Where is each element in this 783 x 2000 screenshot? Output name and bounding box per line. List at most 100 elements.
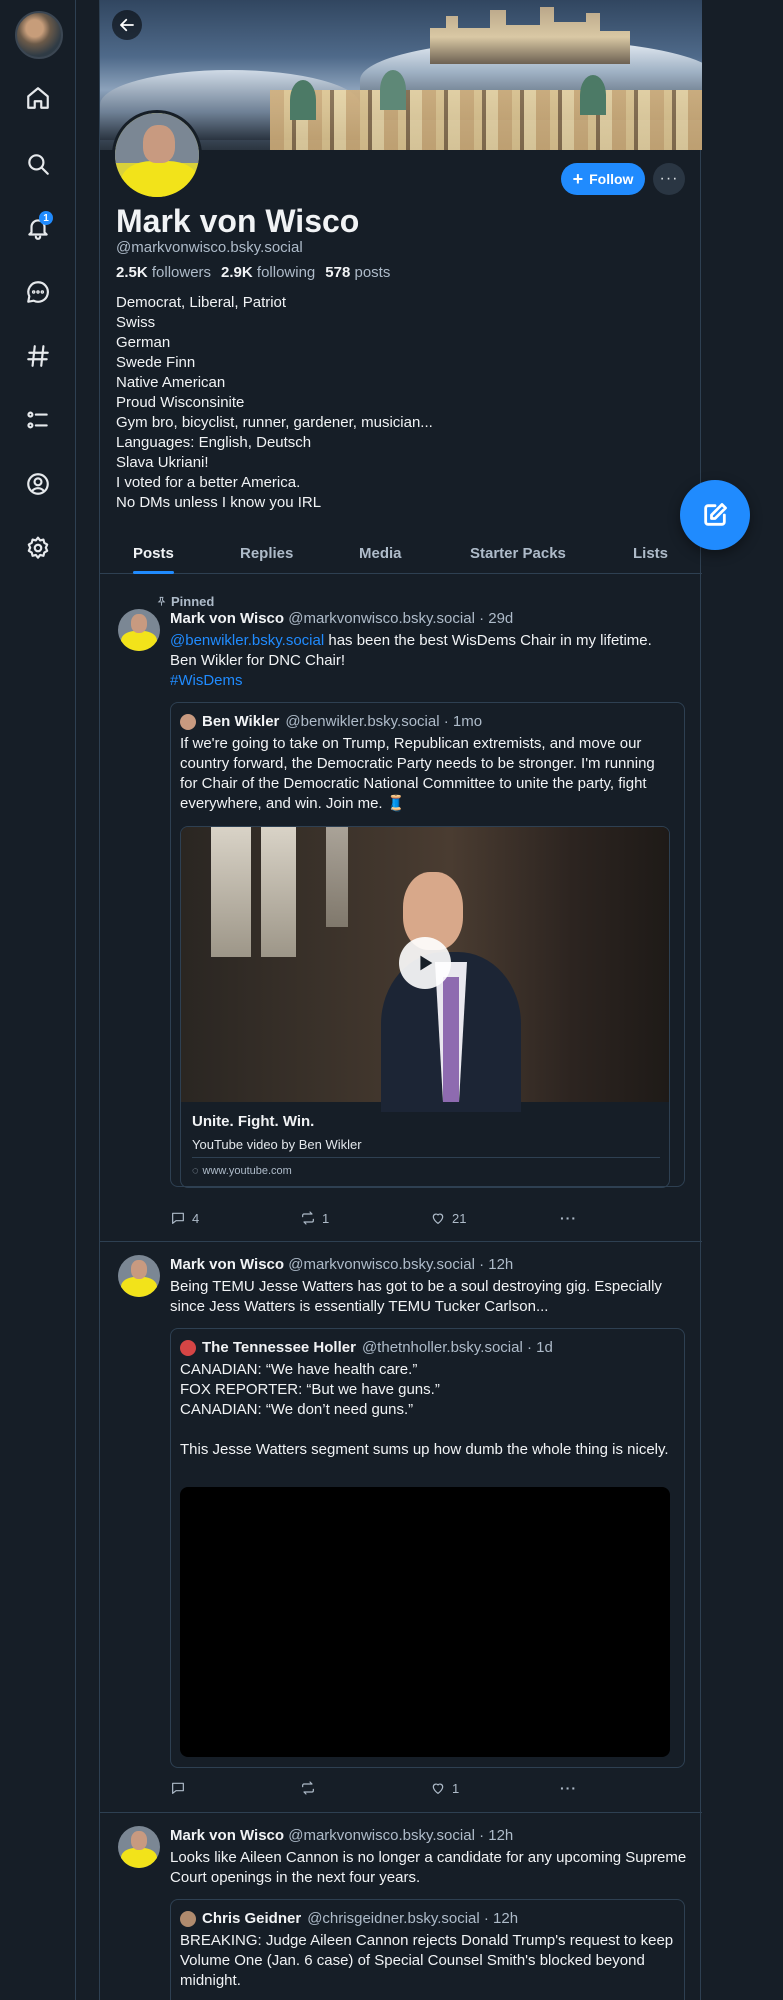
- quote-text: If we're going to take on Trump, Republi…: [180, 735, 655, 812]
- bio-line: No DMs unless I know you IRL: [116, 494, 322, 511]
- repost-icon: [302, 1211, 314, 1225]
- followers-link[interactable]: 2.5K followers: [116, 264, 211, 281]
- hashtag-icon[interactable]: [20, 338, 56, 374]
- bio-line: Swiss: [116, 314, 156, 331]
- mention-link[interactable]: @benwikler.bsky.social: [170, 632, 324, 649]
- compose-icon: [704, 503, 727, 526]
- globe-icon: ◌: [192, 1165, 199, 1177]
- profile-handle: @markvonwisco.bsky.social: [116, 239, 303, 256]
- repost-icon: [302, 1781, 314, 1795]
- plus-icon: +: [572, 169, 584, 189]
- post-author-name[interactable]: Mark von Wisco: [170, 1827, 284, 1844]
- pinned-indicator: Pinned: [156, 594, 214, 609]
- repost-button[interactable]: 1: [300, 1210, 329, 1226]
- bio-line: Languages: English, Deutsch: [116, 434, 312, 451]
- bio-line: I voted for a better America.: [116, 474, 301, 491]
- bio-line: Slava Ukriani!: [116, 454, 209, 471]
- quote-author-name: Ben Wikler: [202, 713, 280, 730]
- bell-icon[interactable]: 1: [20, 210, 56, 246]
- bio-line: Native American: [116, 374, 226, 391]
- gear-icon[interactable]: [20, 530, 56, 566]
- like-button[interactable]: 1: [430, 1780, 459, 1796]
- play-icon: [420, 955, 433, 971]
- back-button[interactable]: [112, 10, 142, 40]
- profile-icon[interactable]: [20, 466, 56, 502]
- more-options-button[interactable]: ···: [653, 163, 685, 195]
- repost-button[interactable]: [300, 1780, 322, 1796]
- tab-starter-packs[interactable]: Starter Packs: [470, 532, 566, 574]
- post-text: Looks like Aileen Cannon is no longer a …: [170, 1849, 687, 1886]
- heart-icon: [432, 1783, 444, 1794]
- reply-icon: [172, 1782, 184, 1794]
- post-handle-time: @markvonwisco.bsky.social · 12h: [288, 1256, 514, 1273]
- embed-title: Unite. Fight. Win.: [192, 1113, 315, 1130]
- post-handle-time: @markvonwisco.bsky.social · 12h: [288, 1827, 514, 1844]
- list-icon[interactable]: [20, 402, 56, 438]
- quote-author-name: Chris Geidner: [202, 1910, 302, 1927]
- ellipsis-icon: ···: [560, 1210, 577, 1226]
- like-button[interactable]: 21: [430, 1210, 466, 1226]
- bio-line: Democrat, Liberal, Patriot: [116, 294, 287, 311]
- profile-avatar[interactable]: [112, 110, 202, 200]
- home-icon[interactable]: [20, 80, 56, 116]
- follow-label: Follow: [589, 171, 634, 187]
- post-header: Mark von Wisco @markvonwisco.bsky.social…: [170, 1827, 513, 1844]
- quoted-post[interactable]: Ben Wikler @benwikler.bsky.social · 1mo …: [170, 702, 685, 1188]
- post-text: @benwikler.bsky.social has been the best…: [170, 632, 652, 689]
- notification-badge: 1: [39, 211, 53, 225]
- following-link[interactable]: 2.9K following: [221, 264, 315, 281]
- ellipsis-icon: ···: [560, 1780, 577, 1796]
- tab-lists[interactable]: Lists: [633, 532, 668, 574]
- posts-count: 578 posts: [325, 264, 391, 281]
- profile-bio: Democrat, Liberal, Patriot Swiss German …: [116, 293, 433, 513]
- follow-button[interactable]: + Follow: [561, 163, 645, 195]
- feed-post[interactable]: Mark von Wisco @markvonwisco.bsky.social…: [100, 1242, 702, 1813]
- post-author-avatar[interactable]: [118, 609, 160, 651]
- heart-icon: [432, 1213, 444, 1224]
- quote-header: Ben Wikler @benwikler.bsky.social · 1mo: [180, 713, 482, 730]
- feed-post[interactable]: Mark von Wisco @markvonwisco.bsky.social…: [100, 1813, 702, 2000]
- arrow-left-icon: [120, 18, 134, 32]
- feed-post[interactable]: Pinned Mark von Wisco @markvonwisco.bsky…: [100, 587, 702, 1242]
- chat-icon[interactable]: [20, 274, 56, 310]
- bio-line: Proud Wisconsinite: [116, 394, 245, 411]
- current-user-avatar[interactable]: [15, 11, 63, 59]
- bio-line: German: [116, 334, 171, 351]
- pin-icon: [157, 596, 166, 606]
- reply-button[interactable]: [170, 1780, 192, 1796]
- quoted-post[interactable]: The Tennessee Holler @thetnholler.bsky.s…: [170, 1328, 685, 1768]
- profile-tabs: Posts Replies Media Starter Packs Lists: [100, 532, 702, 574]
- quote-author-avatar: [180, 713, 196, 730]
- post-author-avatar[interactable]: [118, 1255, 160, 1297]
- post-more-button[interactable]: ···: [560, 1780, 577, 1796]
- tab-replies[interactable]: Replies: [240, 532, 293, 574]
- quote-author-avatar: [180, 1339, 196, 1356]
- quote-author-name: The Tennessee Holler: [202, 1339, 356, 1356]
- video-thumbnail: [181, 827, 669, 1112]
- post-header: Mark von Wisco @markvonwisco.bsky.social…: [170, 610, 513, 627]
- profile-column: + Follow ··· Mark von Wisco @markvonwisc…: [99, 0, 702, 2000]
- post-author-name[interactable]: Mark von Wisco: [170, 610, 284, 627]
- reply-button[interactable]: 4: [170, 1210, 199, 1226]
- quoted-post[interactable]: Chris Geidner @chrisgeidner.bsky.social …: [170, 1899, 685, 2000]
- video-player[interactable]: [180, 1487, 670, 1757]
- post-handle-time: @markvonwisco.bsky.social · 29d: [288, 610, 514, 627]
- ellipsis-icon: ···: [659, 170, 679, 187]
- tab-media[interactable]: Media: [359, 532, 402, 574]
- post-actions: 1 ···: [170, 1780, 590, 1800]
- external-embed-card[interactable]: Unite. Fight. Win. YouTube video by Ben …: [180, 826, 670, 1188]
- tab-posts[interactable]: Posts: [133, 532, 174, 574]
- search-icon[interactable]: [20, 146, 56, 182]
- bio-line: Swede Finn: [116, 354, 196, 371]
- left-navigation: 1: [0, 0, 76, 2000]
- post-author-avatar[interactable]: [118, 1826, 160, 1868]
- embed-description: YouTube video by Ben Wikler: [192, 1137, 362, 1152]
- post-more-button[interactable]: ···: [560, 1210, 577, 1226]
- hashtag-link[interactable]: #WisDems: [170, 672, 243, 689]
- post-author-name[interactable]: Mark von Wisco: [170, 1256, 284, 1273]
- embed-domain: ◌ www.youtube.com: [192, 1165, 292, 1177]
- play-button[interactable]: [399, 937, 451, 989]
- display-name: Mark von Wisco: [116, 203, 360, 239]
- compose-button[interactable]: [680, 480, 750, 550]
- quote-header: Chris Geidner @chrisgeidner.bsky.social …: [180, 1910, 518, 1927]
